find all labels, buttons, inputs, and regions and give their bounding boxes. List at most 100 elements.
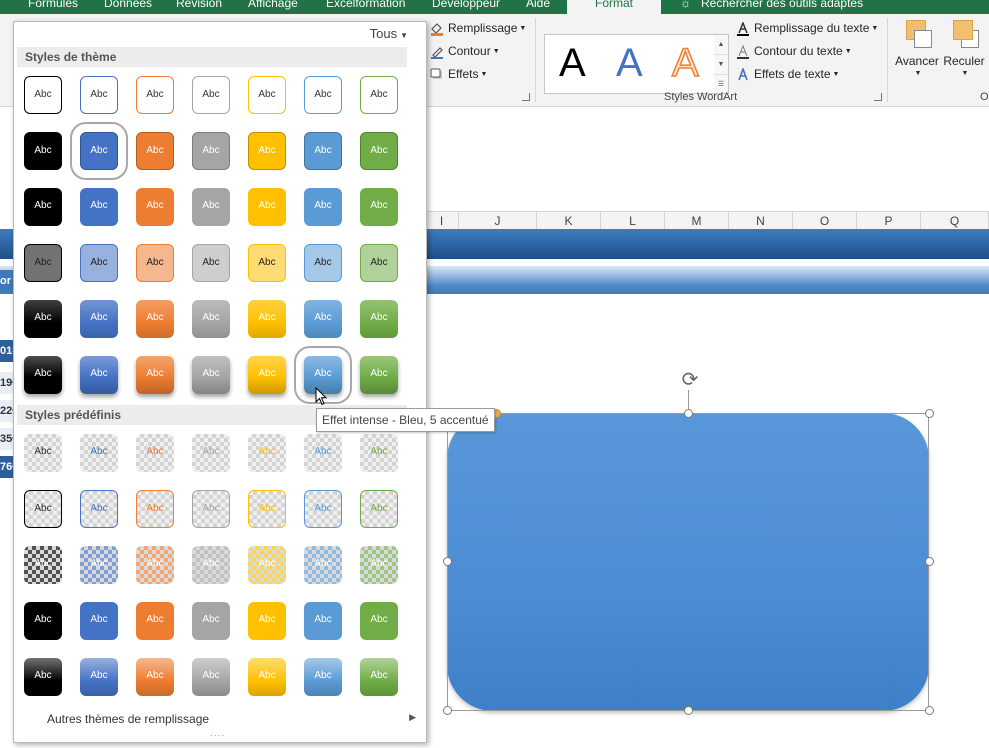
preset-style-swatch[interactable]: Abc [192,490,230,528]
theme-style-swatch[interactable]: Abc [24,356,62,394]
preset-style-swatch[interactable]: Abc [304,546,342,584]
resize-grip-icon[interactable]: .... [210,728,225,739]
theme-style-swatch[interactable]: Abc [80,188,118,226]
resize-handle-left[interactable] [443,557,452,566]
send-backward-button[interactable]: Reculer ▼ [941,18,987,88]
preset-style-swatch[interactable]: Abc [248,658,286,696]
column-header-l[interactable]: L [601,212,665,230]
theme-style-swatch[interactable]: Abc [70,122,128,180]
theme-style-swatch[interactable]: Abc [304,244,342,282]
theme-style-swatch[interactable]: Abc [360,300,398,338]
theme-style-swatch[interactable]: Abc [192,244,230,282]
cell-fragment[interactable]: 018 [0,340,14,362]
shape-effects-button[interactable]: Effets ▼ [430,64,487,84]
style-filter-dropdown[interactable]: Tous ▼ [370,26,408,41]
theme-style-swatch[interactable]: Abc [192,76,230,114]
column-header-i[interactable]: I [425,212,459,230]
column-header-m[interactable]: M [665,212,729,230]
cell-fragment[interactable]: 19€ [0,372,14,394]
preset-style-swatch[interactable]: Abc [304,434,342,472]
theme-style-swatch[interactable]: Abc [24,300,62,338]
theme-style-swatch[interactable]: Abc [192,132,230,170]
resize-handle-right[interactable] [925,557,934,566]
theme-style-swatch[interactable]: Abc [24,76,62,114]
theme-style-swatch[interactable]: Abc [24,132,62,170]
resize-handle-bottom-left[interactable] [443,706,452,715]
tab-excelformation[interactable]: Excelformation [326,0,405,14]
tab-revision[interactable]: Révision [176,0,222,14]
resize-handle-bottom-right[interactable] [925,706,934,715]
preset-style-swatch[interactable]: Abc [80,490,118,528]
rotate-handle-icon[interactable]: ⟳ [678,368,702,392]
text-effects-button[interactable]: Effets de texte ▼ [736,64,839,84]
preset-style-swatch[interactable]: Abc [192,546,230,584]
theme-style-swatch[interactable]: Abc [192,188,230,226]
tab-formules[interactable]: Formules [28,0,78,14]
tab-developpeur[interactable]: Développeur [432,0,500,14]
theme-style-swatch[interactable]: Abc [192,356,230,394]
text-outline-button[interactable]: Contour du texte ▼ [736,41,852,61]
cell-fragment[interactable]: 76€ [0,456,14,478]
theme-style-swatch[interactable]: Abc [80,244,118,282]
theme-style-swatch[interactable]: Abc [136,132,174,170]
tab-aide[interactable]: Aide [526,0,550,14]
gallery-up-icon[interactable]: ▲ [714,35,728,55]
theme-style-swatch[interactable]: Abc [248,300,286,338]
preset-style-swatch[interactable]: Abc [24,658,62,696]
wordart-launcher[interactable] [874,93,882,101]
preset-style-swatch[interactable]: Abc [136,658,174,696]
shape-fill-button[interactable]: Remplissage ▼ [430,18,526,38]
theme-style-swatch[interactable]: Abc [360,244,398,282]
wordart-gallery[interactable]: A A A [544,34,716,94]
theme-style-swatch[interactable]: Abc [304,300,342,338]
wordart-style-orange[interactable]: A [671,39,699,87]
preset-style-swatch[interactable]: Abc [136,602,174,640]
column-header-q[interactable]: Q [921,212,989,230]
preset-style-swatch[interactable]: Abc [248,434,286,472]
cell-fragment[interactable]: 35€ [0,428,14,450]
tab-affichage[interactable]: Affichage [248,0,298,14]
column-header-o[interactable]: O [793,212,857,230]
preset-style-swatch[interactable]: Abc [248,546,286,584]
cell-fragment[interactable]: or [0,270,14,292]
preset-style-swatch[interactable]: Abc [248,602,286,640]
theme-style-swatch[interactable]: Abc [360,356,398,394]
preset-style-swatch[interactable]: Abc [304,602,342,640]
preset-style-swatch[interactable]: Abc [80,602,118,640]
theme-style-swatch[interactable]: Abc [304,76,342,114]
theme-style-swatch[interactable]: Abc [136,244,174,282]
theme-style-swatch[interactable]: Abc [304,132,342,170]
theme-style-swatch[interactable]: Abc [80,300,118,338]
preset-style-swatch[interactable]: Abc [192,602,230,640]
bring-forward-button[interactable]: Avancer ▼ [893,18,941,88]
preset-style-swatch[interactable]: Abc [248,490,286,528]
preset-style-swatch[interactable]: Abc [304,490,342,528]
resize-handle-bottom[interactable] [684,706,693,715]
theme-style-swatch[interactable]: Abc [360,132,398,170]
resize-handle-top-right[interactable] [925,409,934,418]
wordart-style-black[interactable]: A [559,39,586,87]
preset-style-swatch[interactable]: Abc [136,434,174,472]
preset-style-swatch[interactable]: Abc [24,490,62,528]
column-header-j[interactable]: J [459,212,537,230]
preset-style-swatch[interactable]: Abc [304,658,342,696]
preset-style-swatch[interactable]: Abc [136,546,174,584]
theme-style-swatch[interactable]: Abc [136,188,174,226]
tab-donnees[interactable]: Données [104,0,152,14]
theme-style-swatch[interactable]: Abc [24,244,62,282]
theme-style-swatch[interactable]: Abc [304,188,342,226]
theme-style-swatch[interactable]: Abc [136,300,174,338]
theme-style-swatch[interactable]: Abc [248,188,286,226]
theme-style-swatch[interactable]: Abc [24,188,62,226]
theme-style-swatch[interactable]: Abc [360,76,398,114]
preset-style-swatch[interactable]: Abc [360,658,398,696]
theme-style-swatch[interactable]: Abc [136,76,174,114]
preset-style-swatch[interactable]: Abc [360,602,398,640]
shape-styles-launcher[interactable] [522,93,530,101]
preset-style-swatch[interactable]: Abc [24,546,62,584]
preset-style-swatch[interactable]: Abc [360,434,398,472]
preset-style-swatch[interactable]: Abc [80,658,118,696]
preset-style-swatch[interactable]: Abc [192,434,230,472]
column-header-k[interactable]: K [537,212,601,230]
column-header-p[interactable]: P [857,212,921,230]
